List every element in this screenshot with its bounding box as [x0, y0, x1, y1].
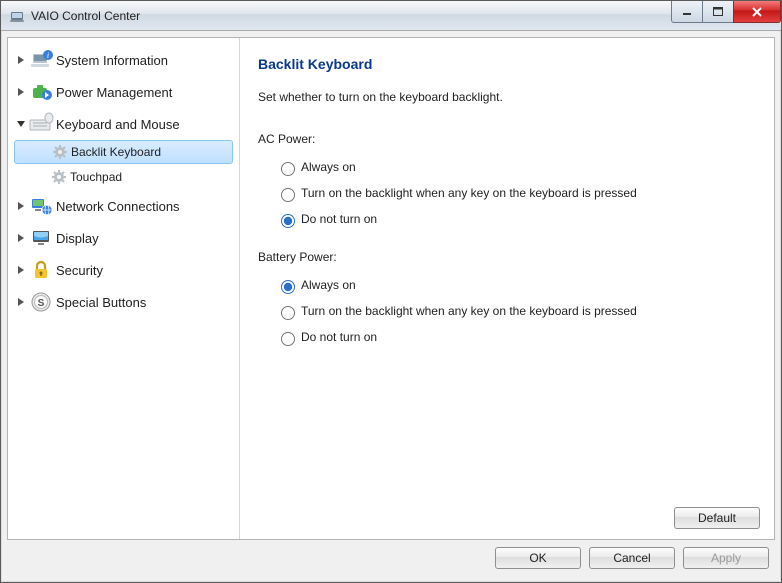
- sidebar-item-display[interactable]: Display: [10, 222, 237, 254]
- sidebar-item-label: System Information: [56, 53, 168, 68]
- page-description: Set whether to turn on the keyboard back…: [258, 90, 758, 104]
- chevron-right-icon: [14, 298, 28, 306]
- radio-label: Turn on the backlight when any key on th…: [301, 186, 637, 200]
- sidebar-item-system-information[interactable]: i System Information: [10, 44, 237, 76]
- sidebar-item-label: Security: [56, 263, 103, 278]
- sidebar-item-label: Display: [56, 231, 99, 246]
- ac-option-never[interactable]: Do not turn on: [276, 206, 758, 232]
- gear-icon: [49, 144, 71, 160]
- network-icon: [28, 194, 56, 218]
- window-buttons: [672, 1, 781, 23]
- app-icon: [9, 8, 25, 24]
- ok-button[interactable]: OK: [495, 547, 581, 569]
- lock-icon: [28, 258, 56, 282]
- apply-button[interactable]: Apply: [683, 547, 769, 569]
- page-title: Backlit Keyboard: [258, 56, 758, 72]
- ac-option-on-key[interactable]: Turn on the backlight when any key on th…: [276, 180, 758, 206]
- svg-text:i: i: [47, 51, 49, 60]
- ac-power-label: AC Power:: [258, 132, 758, 146]
- chevron-right-icon: [14, 56, 28, 64]
- maximize-button[interactable]: [702, 1, 734, 23]
- sidebar: i System Information Power Management: [8, 38, 240, 539]
- battery-option-always-on[interactable]: Always on: [276, 272, 758, 298]
- titlebar[interactable]: VAIO Control Center: [1, 1, 781, 31]
- sidebar-subitem-touchpad[interactable]: Touchpad: [14, 164, 233, 190]
- gear-icon: [48, 169, 70, 185]
- sidebar-subitem-label: Touchpad: [70, 170, 122, 184]
- battery-option-never[interactable]: Do not turn on: [276, 324, 758, 350]
- keyboard-icon: [28, 112, 56, 136]
- sidebar-item-label: Keyboard and Mouse: [56, 117, 180, 132]
- app-window: VAIO Control Center i System: [0, 0, 782, 583]
- chevron-right-icon: [14, 202, 28, 210]
- radio-label: Do not turn on: [301, 330, 377, 344]
- sidebar-item-label: Special Buttons: [56, 295, 146, 310]
- chevron-down-icon: [14, 120, 28, 128]
- window-title: VAIO Control Center: [31, 9, 140, 23]
- sidebar-subitem-label: Backlit Keyboard: [71, 145, 161, 159]
- sidebar-item-network-connections[interactable]: Network Connections: [10, 190, 237, 222]
- radio-input[interactable]: [281, 280, 295, 294]
- close-button[interactable]: [733, 1, 781, 23]
- ac-power-radio-group: Always on Turn on the backlight when any…: [276, 154, 758, 232]
- content-pane: Backlit Keyboard Set whether to turn on …: [240, 38, 774, 539]
- sidebar-item-security[interactable]: Security: [10, 254, 237, 286]
- radio-label: Always on: [301, 278, 356, 292]
- radio-input[interactable]: [281, 306, 295, 320]
- chevron-right-icon: [14, 234, 28, 242]
- battery-icon: [28, 80, 56, 104]
- sidebar-item-label: Power Management: [56, 85, 172, 100]
- radio-input[interactable]: [281, 332, 295, 346]
- cancel-button[interactable]: Cancel: [589, 547, 675, 569]
- info-icon: i: [28, 48, 56, 72]
- display-icon: [28, 226, 56, 250]
- default-button[interactable]: Default: [674, 507, 760, 529]
- sidebar-item-special-buttons[interactable]: S Special Buttons: [10, 286, 237, 318]
- dialog-footer: OK Cancel Apply: [7, 540, 775, 576]
- minimize-button[interactable]: [671, 1, 703, 23]
- s-button-icon: S: [28, 290, 56, 314]
- sidebar-item-power-management[interactable]: Power Management: [10, 76, 237, 108]
- chevron-right-icon: [14, 88, 28, 96]
- radio-input[interactable]: [281, 214, 295, 228]
- ac-option-always-on[interactable]: Always on: [276, 154, 758, 180]
- radio-label: Always on: [301, 160, 356, 174]
- battery-power-radio-group: Always on Turn on the backlight when any…: [276, 272, 758, 350]
- battery-option-on-key[interactable]: Turn on the backlight when any key on th…: [276, 298, 758, 324]
- chevron-right-icon: [14, 266, 28, 274]
- sidebar-subitem-backlit-keyboard[interactable]: Backlit Keyboard: [14, 140, 233, 164]
- radio-label: Do not turn on: [301, 212, 377, 226]
- battery-power-label: Battery Power:: [258, 250, 758, 264]
- radio-input[interactable]: [281, 162, 295, 176]
- svg-text:S: S: [38, 298, 45, 309]
- radio-input[interactable]: [281, 188, 295, 202]
- sidebar-item-keyboard-and-mouse[interactable]: Keyboard and Mouse: [10, 108, 237, 140]
- radio-label: Turn on the backlight when any key on th…: [301, 304, 637, 318]
- sidebar-item-label: Network Connections: [56, 199, 180, 214]
